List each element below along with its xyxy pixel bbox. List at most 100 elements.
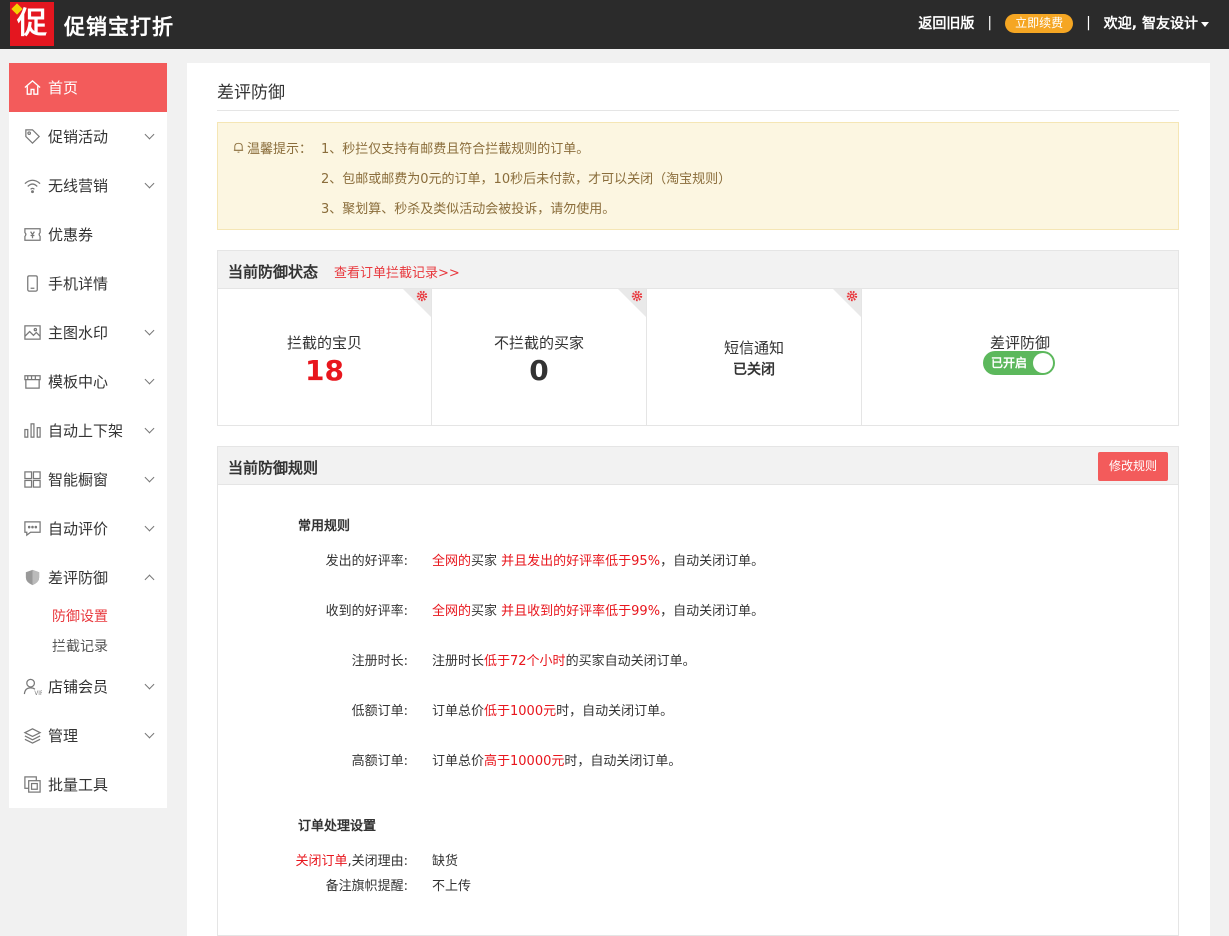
page-title: 差评防御: [217, 83, 285, 103]
user-menu[interactable]: 欢迎, 智友设计: [1104, 13, 1209, 33]
sidebar-item-label: 智能橱窗: [48, 471, 109, 489]
rule-plain: 注册时长: [432, 654, 485, 669]
sidebar-item-members[interactable]: VIP 店铺会员: [9, 662, 167, 711]
defense-rules-panel: 当前防御规则 修改规则 常用规则 发出的好评率: 全网的买家 并且发出的好评率低…: [217, 446, 1179, 936]
layers-icon: [22, 726, 42, 746]
rule-label: 收到的好评率:: [325, 604, 408, 619]
separator: |: [987, 15, 993, 31]
rule-label: 备注旗帜提醒:: [325, 879, 408, 894]
close-order-value: 缺货: [432, 854, 459, 869]
stat-intercepted-items[interactable]: 拦截的宝贝 18: [218, 289, 432, 425]
app-title: 促销宝打折: [64, 15, 174, 39]
stat-label: 差评防御: [989, 334, 1050, 352]
rule-plain: 买家: [471, 554, 502, 569]
tip-line: 2、包邮或邮费为0元的订单，10秒后未付款，才可以关闭（淘宝规则）: [321, 172, 732, 187]
sidebar-item-manage[interactable]: 管理: [9, 711, 167, 760]
rule-text: 全网的买家 并且收到的好评率低于99%，自动关闭订单。: [432, 600, 764, 619]
wifi-icon: [22, 176, 42, 196]
rules-body: 常用规则 发出的好评率: 全网的买家 并且发出的好评率低于95%，自动关闭订单。…: [218, 485, 1178, 935]
sidebar-item-templates[interactable]: 模板中心: [9, 357, 167, 406]
vip-user-icon: VIP: [22, 677, 42, 697]
chevron-down-icon: [144, 521, 155, 532]
sidebar-item-bad-review-defense[interactable]: 差评防御: [9, 553, 167, 602]
close-order-label: ,关闭理由:: [347, 854, 408, 869]
defense-status-panel: 当前防御状态 查看订单拦截记录>> 拦截的宝贝 18 不拦截的买家 0 短信通知…: [217, 250, 1179, 426]
chevron-down-icon: [144, 325, 155, 336]
rule-plain: 时，自动关闭订单。: [564, 754, 682, 769]
rule-label: 发出的好评率:: [325, 554, 408, 569]
sidebar-item-mobile-detail[interactable]: 手机详情: [9, 259, 167, 308]
sidebar-subitem-defense-settings[interactable]: 防御设置: [9, 602, 167, 632]
panel-title: 当前防御状态: [228, 263, 319, 281]
rule-highlight: 低于72个小时: [484, 654, 566, 669]
panel-title: 当前防御规则: [228, 459, 319, 477]
chevron-down-icon: [144, 374, 155, 385]
main-content: 差评防御 温馨提示： 1、秒拦仅支持有邮费且符合拦截规则的订单。 2、包邮或邮费…: [187, 63, 1210, 936]
view-intercept-records-link[interactable]: 查看订单拦截记录>>: [334, 262, 460, 281]
sidebar-item-batch-tools[interactable]: 批量工具: [9, 760, 167, 809]
rule-plain: 订单总价: [432, 754, 485, 769]
chevron-down-icon: [144, 679, 155, 690]
rule-text: 订单总价低于1000元时，自动关闭订单。: [432, 700, 673, 719]
sidebar-item-label: 店铺会员: [48, 678, 109, 696]
chevron-up-icon: [144, 574, 155, 585]
stat-label: 不拦截的买家: [493, 334, 584, 352]
chevron-down-icon: [144, 472, 155, 483]
image-icon: [22, 323, 42, 343]
rule-plain: ，自动关闭订单。: [660, 604, 765, 619]
gear-icon[interactable]: [846, 290, 858, 302]
chevron-down-icon: [144, 423, 155, 434]
rule-highlight: 低于1000元: [484, 704, 557, 719]
svg-text:VIP: VIP: [34, 691, 42, 696]
back-old-version-link[interactable]: 返回旧版: [918, 13, 974, 33]
sidebar: 首页 促销活动 无线营销 优惠券 手机详情 主图水印 模板中心 自动上下架 智能…: [9, 63, 167, 808]
top-bar: 促 促销宝打折 返回旧版 | 立即续费 | 欢迎, 智友设计: [0, 0, 1229, 49]
sidebar-item-wireless[interactable]: 无线营销: [9, 161, 167, 210]
toggle-knob: [1033, 353, 1053, 373]
sidebar-item-watermark[interactable]: 主图水印: [9, 308, 167, 357]
copy-icon: [22, 775, 42, 795]
caret-down-icon: [1201, 21, 1209, 27]
rule-label: 注册时长:: [351, 654, 408, 669]
sidebar-item-coupons[interactable]: 优惠券: [9, 210, 167, 259]
gear-icon[interactable]: [416, 290, 428, 302]
stat-unblocked-buyers[interactable]: 不拦截的买家 0: [432, 289, 647, 425]
separator: |: [1086, 15, 1091, 31]
gear-icon[interactable]: [631, 290, 643, 302]
sidebar-item-auto-listing[interactable]: 自动上下架: [9, 406, 167, 455]
rule-plain: 订单总价: [432, 704, 485, 719]
rule-label: 低额订单:: [351, 704, 408, 719]
sidebar-item-label: 差评防御: [48, 569, 109, 587]
sidebar-item-label: 无线营销: [48, 177, 109, 195]
stat-label: 短信通知: [723, 339, 784, 357]
rule-highlight: 全网的: [432, 554, 472, 569]
app-logo[interactable]: 促: [10, 2, 54, 46]
sidebar-subitem-intercept-records[interactable]: 拦截记录: [9, 632, 167, 662]
top-right-nav: 返回旧版 | 立即续费 | 欢迎, 智友设计: [918, 13, 1209, 33]
welcome-text: 欢迎, 智友设计: [1103, 16, 1198, 32]
tip-line: 3、聚划算、秒杀及类似活动会被投诉，请勿使用。: [321, 202, 616, 217]
sidebar-item-label: 主图水印: [48, 324, 109, 342]
sidebar-item-promotions[interactable]: 促销活动: [9, 112, 167, 161]
comment-icon: [22, 519, 42, 539]
rule-plain: 的买家自动关闭订单。: [565, 654, 696, 669]
tag-icon: [22, 127, 42, 147]
stat-label: 拦截的宝贝: [286, 334, 362, 352]
rule-highlight: 高于10000元: [484, 754, 565, 769]
sidebar-item-auto-review[interactable]: 自动评价: [9, 504, 167, 553]
sidebar-item-label: 首页: [48, 79, 79, 97]
stat-value: 0: [529, 354, 549, 387]
chevron-down-icon: [144, 129, 155, 140]
renew-button[interactable]: 立即续费: [1005, 13, 1074, 33]
sidebar-item-label: 自动上下架: [48, 422, 124, 440]
tip-label-text: 温馨提示：: [247, 142, 313, 157]
sidebar-item-label: 促销活动: [48, 128, 109, 146]
stat-sms-notify[interactable]: 短信通知 已关闭: [647, 289, 862, 425]
rule-text: 全网的买家 并且发出的好评率低于95%，自动关闭订单。: [432, 550, 764, 569]
sidebar-item-label: 模板中心: [48, 373, 109, 391]
rule-plain: 时，自动关闭订单。: [556, 704, 674, 719]
modify-rules-button[interactable]: 修改规则: [1098, 452, 1168, 481]
defense-toggle-switch[interactable]: 已开启: [983, 351, 1055, 375]
sidebar-item-smart-window[interactable]: 智能橱窗: [9, 455, 167, 504]
sidebar-item-home[interactable]: 首页: [9, 63, 167, 112]
